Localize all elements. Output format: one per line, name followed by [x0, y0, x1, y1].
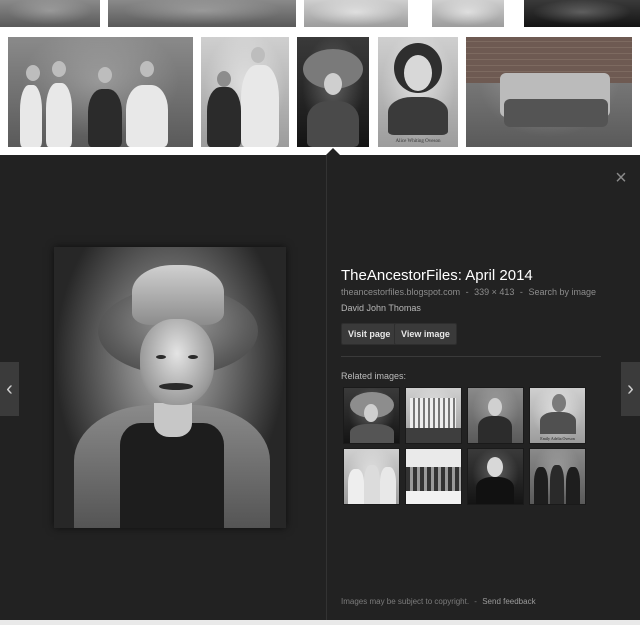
person-head	[404, 55, 432, 91]
previous-image-button[interactable]: ‹	[0, 362, 19, 416]
related-image[interactable]	[405, 387, 462, 444]
person-head	[140, 61, 154, 77]
person-head	[98, 67, 112, 83]
send-feedback-link[interactable]: Send feedback	[482, 597, 535, 606]
person-figure	[550, 465, 564, 504]
person-figure	[350, 424, 394, 443]
crowd	[406, 467, 461, 491]
close-icon[interactable]: ×	[612, 168, 630, 188]
person-figure	[364, 465, 380, 504]
related-image[interactable]: Emily Adelia Oveson	[529, 387, 586, 444]
portrait-eye	[188, 355, 198, 359]
person-head	[217, 71, 231, 87]
person-head	[52, 61, 66, 77]
result-thumbnail[interactable]	[108, 0, 296, 27]
view-image-button[interactable]: View image	[394, 323, 457, 345]
image-title[interactable]: TheAncestorFiles: April 2014	[341, 267, 631, 284]
portrait-vest	[120, 423, 224, 528]
portrait-hat-crown	[132, 265, 224, 325]
related-image[interactable]	[467, 387, 524, 444]
group-row	[504, 99, 608, 127]
result-thumbnail-selected[interactable]	[297, 37, 369, 147]
related-image[interactable]	[467, 448, 524, 505]
person-figure	[348, 469, 364, 504]
image-description: David John Thomas	[341, 303, 421, 313]
image-preview-panel: × ‹ › TheAncestorFiles: April 2014 thean…	[0, 155, 640, 620]
preview-image[interactable]	[54, 247, 286, 528]
selected-indicator	[326, 148, 340, 155]
person-figure	[388, 97, 448, 135]
person-figure	[534, 467, 548, 504]
person-head	[324, 73, 342, 95]
person-figure	[126, 85, 168, 147]
thumb-caption: Alice Whiting Oveson	[395, 139, 441, 144]
result-thumbnail[interactable]	[0, 0, 100, 27]
related-image[interactable]	[343, 387, 400, 444]
result-thumbnail[interactable]	[524, 0, 640, 27]
person-figure	[478, 416, 512, 443]
related-image[interactable]	[529, 448, 586, 505]
image-results-grid: Alice Whiting Oveson	[0, 0, 640, 155]
footer-note: Images may be subject to copyright. - Se…	[341, 597, 536, 606]
next-image-button[interactable]: ›	[621, 362, 640, 416]
person-head	[251, 47, 265, 63]
ground	[406, 491, 461, 504]
visit-page-button[interactable]: Visit page	[341, 323, 398, 345]
person-figure	[476, 477, 514, 504]
portrait-face	[140, 319, 214, 405]
person-figure	[307, 101, 359, 147]
meta-separator: -	[465, 287, 469, 297]
result-thumbnail[interactable]	[466, 37, 632, 147]
person-figure	[20, 85, 42, 147]
meta-separator: -	[519, 287, 523, 297]
related-image[interactable]	[405, 448, 462, 505]
search-by-image-link[interactable]: Search by image	[528, 287, 596, 297]
sky	[406, 449, 461, 467]
person-head	[488, 398, 502, 416]
image-meta: theancestorfiles.blogspot.com - 339 × 41…	[341, 287, 596, 297]
result-thumbnail[interactable]	[201, 37, 289, 147]
site-link[interactable]: theancestorfiles.blogspot.com	[341, 287, 460, 297]
result-thumbnail[interactable]	[8, 37, 193, 147]
portrait-eye	[156, 355, 166, 359]
result-thumbnail[interactable]	[432, 0, 504, 27]
image-dimensions: 339 × 413	[474, 287, 515, 297]
related-image[interactable]	[343, 448, 400, 505]
bottom-results-strip	[0, 620, 640, 625]
related-images-label: Related images:	[341, 371, 407, 381]
footer-separator: -	[474, 597, 477, 606]
person-figure	[207, 87, 241, 147]
person-figure	[46, 83, 72, 147]
person-figure	[566, 467, 580, 504]
portrait-mustache	[159, 383, 193, 390]
result-thumbnail[interactable]	[304, 0, 408, 27]
person-head	[552, 394, 566, 412]
person-head	[26, 65, 40, 81]
section-divider	[341, 356, 601, 357]
portrait-collar	[154, 403, 192, 437]
person-figure	[540, 412, 576, 434]
result-thumbnail[interactable]: Alice Whiting Oveson	[378, 37, 458, 147]
person-head	[364, 404, 378, 422]
ground	[406, 428, 461, 443]
person-figure	[241, 65, 279, 147]
copyright-note: Images may be subject to copyright.	[341, 597, 470, 606]
panel-divider	[326, 155, 327, 620]
building	[410, 398, 456, 428]
person-figure	[88, 89, 122, 147]
person-head	[487, 457, 503, 477]
person-figure	[380, 467, 396, 504]
related-caption: Emily Adelia Oveson	[540, 436, 575, 441]
